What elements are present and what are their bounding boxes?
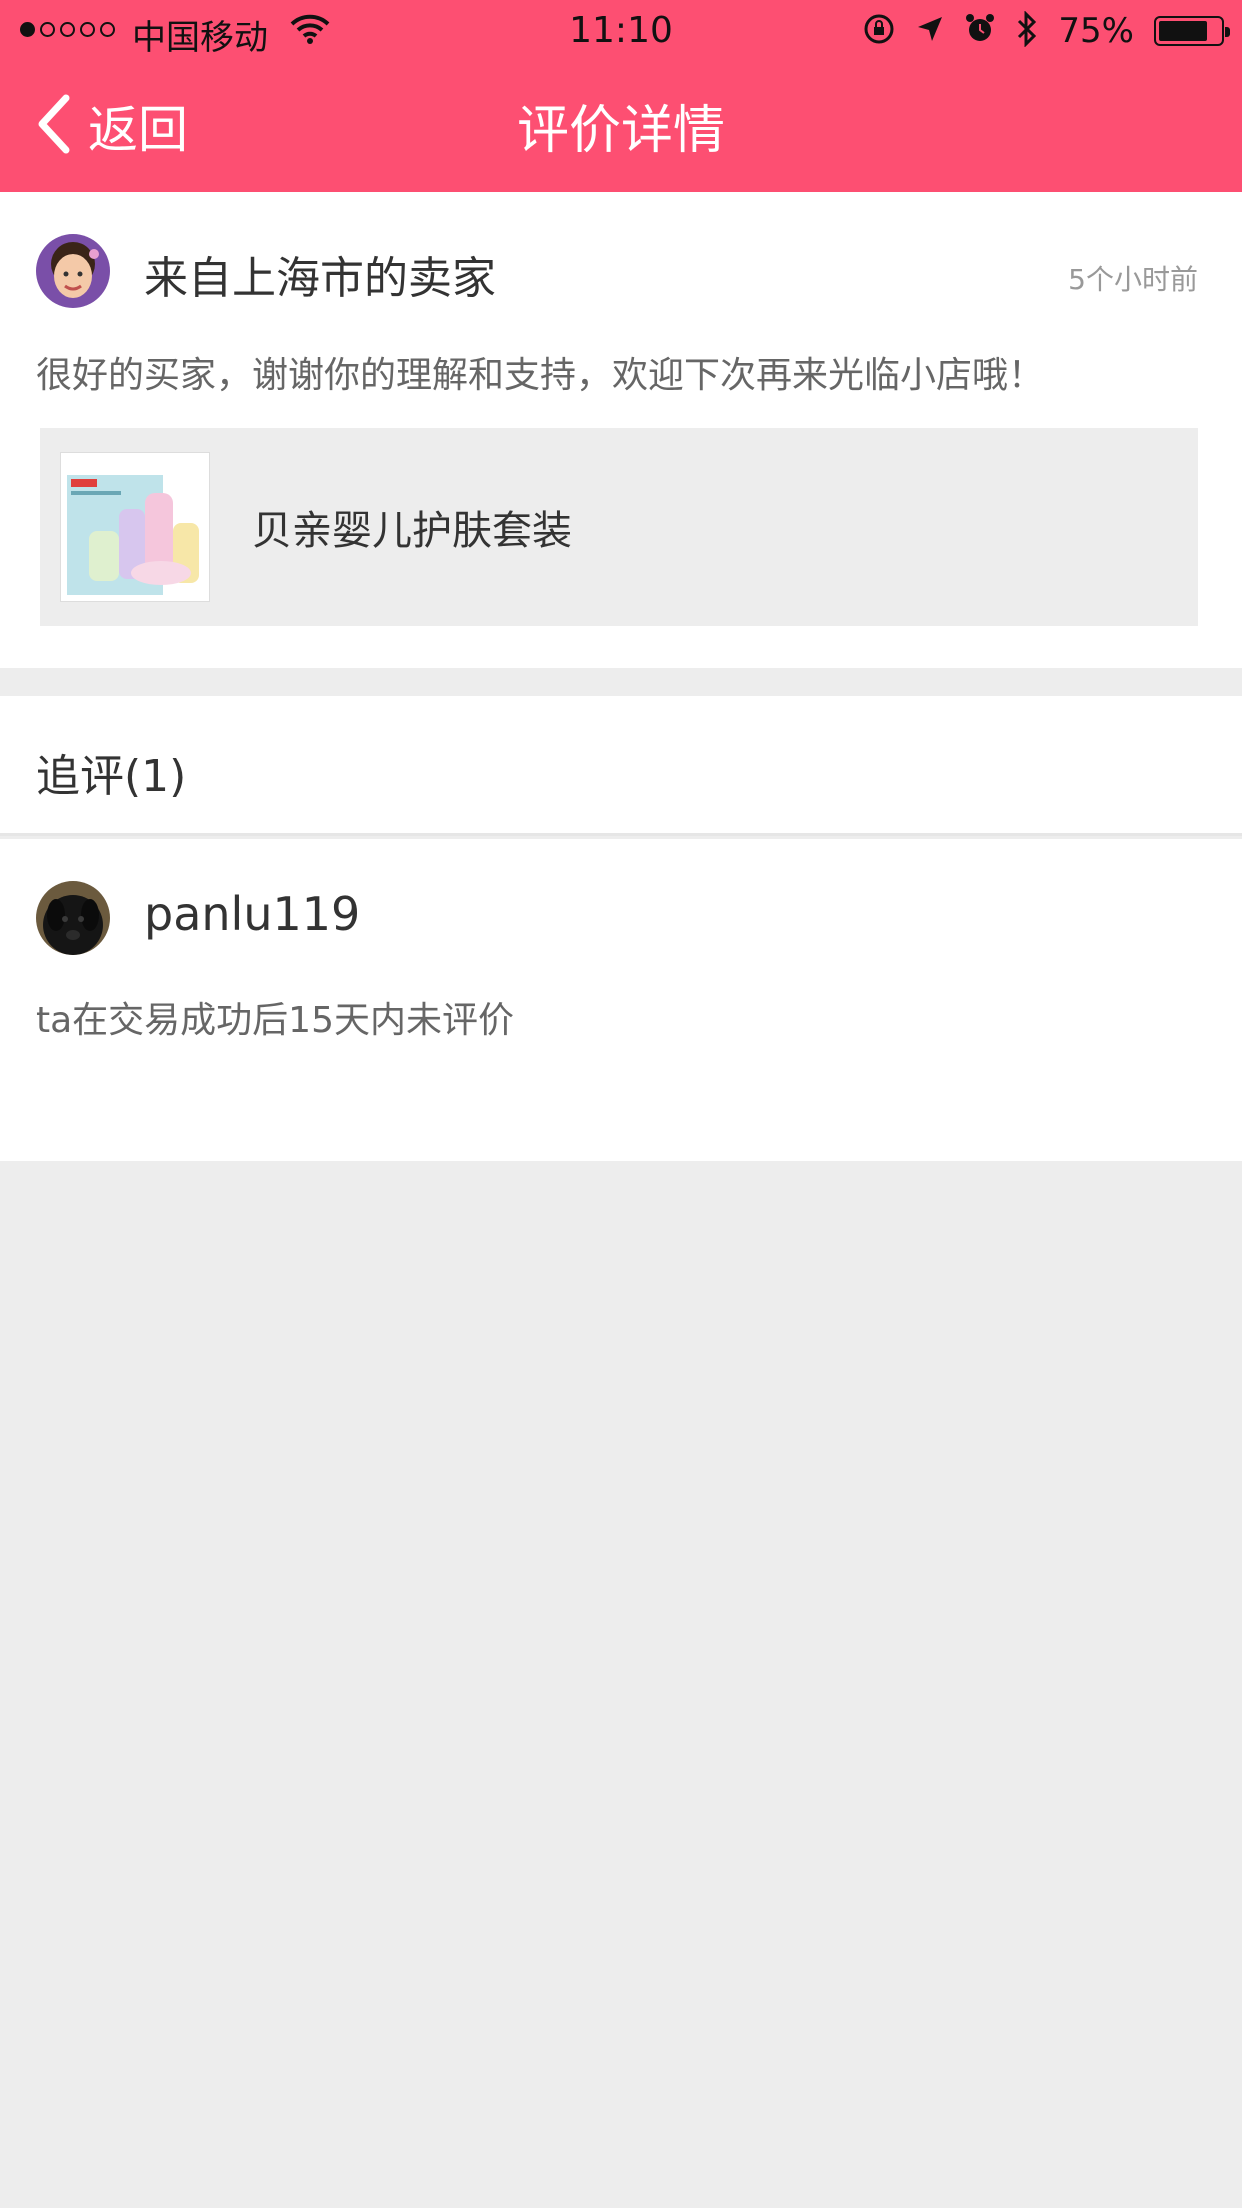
bluetooth-icon — [1016, 10, 1038, 51]
orientation-lock-icon — [862, 12, 896, 50]
product-image — [60, 452, 210, 602]
follow-up-note: ta在交易成功后15天内未评价 — [36, 1000, 514, 1041]
location-icon — [916, 15, 944, 47]
followup-title: 追评(1) — [36, 751, 187, 802]
chevron-left-icon — [36, 94, 70, 158]
status-right-group: 75% — [862, 10, 1230, 52]
review-text: 很好的买家，谢谢你的理解和支持，欢迎下次再来光临小店哦！ — [36, 355, 1045, 396]
product-link[interactable]: 贝亲婴儿护肤套装 — [40, 428, 1198, 626]
status-bar: 中国移动 11:10 75% — [0, 0, 1242, 62]
alarm-icon — [964, 13, 996, 49]
battery-icon — [1154, 16, 1230, 46]
back-button[interactable]: 返回 — [36, 90, 188, 162]
product-name: 贝亲婴儿护肤套装 — [252, 508, 572, 554]
back-label: 返回 — [88, 101, 188, 159]
seller-review-card: 来自上海市的卖家 5个小时前 很好的买家，谢谢你的理解和支持，欢迎下次再来光临小… — [0, 192, 1242, 668]
review-timestamp: 5个小时前 — [1068, 263, 1198, 296]
user-avatar[interactable] — [36, 881, 110, 955]
followup-section-header: 追评(1) — [0, 696, 1242, 836]
seller-avatar[interactable] — [36, 234, 110, 308]
app-header: 中国移动 11:10 75% 返回 评价详情 — [0, 0, 1242, 192]
battery-percent: 75% — [1058, 11, 1134, 51]
follow-up-username: panlu119 — [144, 887, 361, 941]
followup-item: panlu119 ta在交易成功后15天内未评价 — [0, 839, 1242, 1161]
seller-name: 来自上海市的卖家 — [144, 253, 496, 304]
